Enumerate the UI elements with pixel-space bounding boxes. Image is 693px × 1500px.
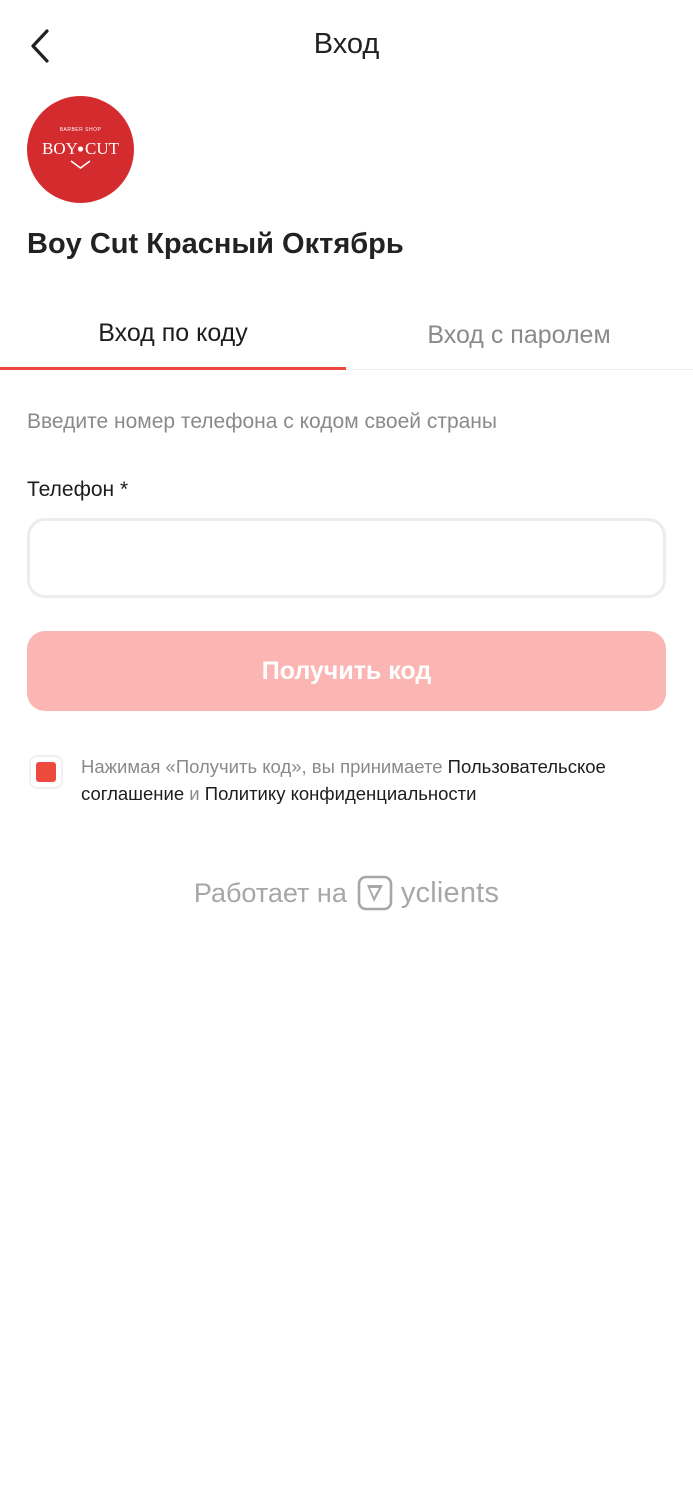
get-code-button[interactable]: Получить код xyxy=(27,631,666,711)
powered-prefix: Работает на xyxy=(193,877,347,908)
company-name: Boy Cut Красный Октябрь xyxy=(27,228,404,260)
phone-hint: Введите номер телефона с кодом своей стр… xyxy=(27,410,497,433)
powered-by: Работает на yclients xyxy=(0,872,693,914)
consent-text-middle: и xyxy=(184,783,205,804)
logo-text-right: CUT xyxy=(85,139,120,158)
login-tabs: Вход по коду Вход с паролем xyxy=(0,300,693,370)
consent-text: Нажимая «Получить код», вы принимаете По… xyxy=(81,753,671,807)
tab-password-login[interactable]: Вход с паролем xyxy=(346,300,692,370)
consent-checkbox[interactable] xyxy=(29,755,63,789)
login-screen: Вход BARBER SHOP BOY CUT Boy Cut Красный… xyxy=(0,0,693,1500)
company-logo: BARBER SHOP BOY CUT xyxy=(27,96,134,203)
logo-text-left: BOY xyxy=(42,139,78,158)
header: Вход xyxy=(0,0,693,94)
yclients-brand: yclients xyxy=(400,876,500,909)
consent-text-before: Нажимая «Получить код», вы принимаете xyxy=(81,756,448,777)
yclients-logo-icon xyxy=(357,875,393,911)
logo-subtitle: BARBER SHOP xyxy=(60,127,102,133)
page-title: Вход xyxy=(313,28,380,60)
phone-label: Телефон * xyxy=(27,478,129,501)
phone-input[interactable] xyxy=(27,518,666,598)
privacy-policy-link[interactable]: Политику конфиденциальности xyxy=(205,783,477,804)
checkbox-checked-mark xyxy=(36,762,56,782)
tab-code-login[interactable]: Вход по коду xyxy=(0,300,346,370)
